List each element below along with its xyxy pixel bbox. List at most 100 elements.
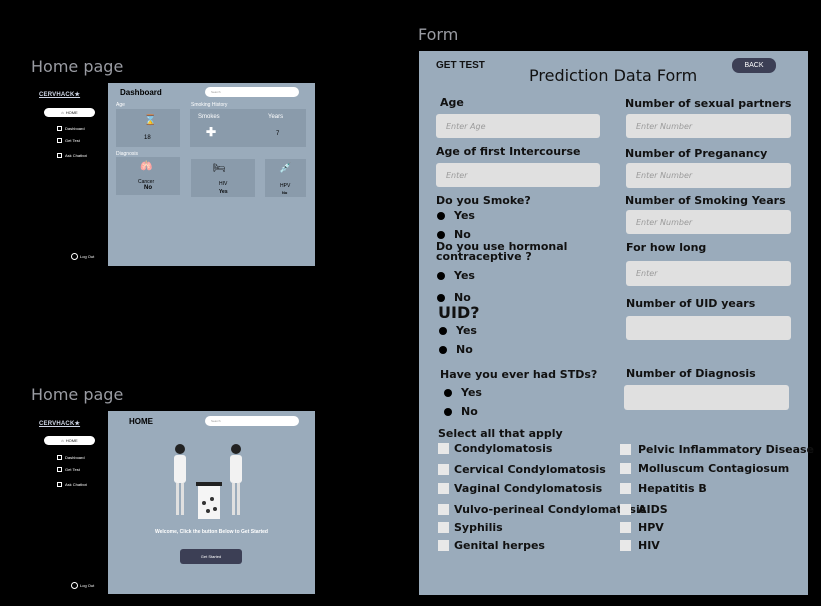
uid-years-input[interactable] [626,316,791,340]
app-logo[interactable]: CERVHACK★ [39,91,80,98]
sidebar-item-label: Dashboard [65,126,85,131]
select-all-label: Select all that apply [438,427,563,440]
std-no-radio[interactable]: No [444,405,478,418]
dashboard-panel: Dashboard Search Age Smoking History ⌛ 1… [108,83,315,266]
age-input[interactable]: Enter Age [436,114,600,138]
checkbox-icon [620,463,631,474]
checkbox-cervical-condylomatosis[interactable]: Cervical Condylomatosis [438,463,606,476]
checkbox-hiv[interactable]: HIV [620,539,660,552]
smoking-years-input[interactable]: Enter Number [626,210,791,234]
years-value: 7 [276,131,280,137]
hpv-label: HPV [280,183,291,189]
checkbox-icon [438,540,449,551]
radio-dot-icon [437,230,445,239]
how-long-input[interactable]: Enter [626,261,791,286]
hpv-card: 💉 HPV No [265,159,306,197]
sidebar-item-label: Dashboard [65,455,85,460]
logout-icon [71,253,78,260]
radio-dot-icon [437,211,445,220]
uid-yes-radio[interactable]: Yes [439,324,477,337]
sidebar-item-ask-chatbot[interactable]: Ask Chatbot [57,153,87,158]
search-input[interactable]: Search [205,87,299,97]
age-label: Age [116,102,125,108]
logout-label: Log Out [80,254,95,259]
dashboard-icon [57,455,62,460]
checkbox-label: Condylomatosis [454,442,553,455]
checkbox-icon [620,540,631,551]
hormonal-question: Do you use hormonal contraceptive ? [436,241,567,263]
uid-no-radio[interactable]: No [439,343,473,356]
checkbox-condylomatosis[interactable]: Condylomatosis [438,442,552,455]
hormonal-yes-radio[interactable]: Yes [437,269,475,282]
sidebar-item-get-test[interactable]: Get Test [57,138,80,143]
form-frame-title: Form [418,25,459,44]
get-test-label: GET TEST [436,60,485,71]
checkbox-icon [438,522,449,533]
partners-input[interactable]: Enter Number [626,114,791,138]
checkbox-icon [438,443,449,454]
form-panel: GET TEST Prediction Data Form BACK Age E… [419,51,814,595]
checkbox-genital-herpes[interactable]: Genital herpes [438,539,545,552]
page-title: Dashboard [120,88,162,97]
std-yes-radio[interactable]: Yes [444,386,482,399]
checkbox-icon [438,483,449,494]
home-icon: ⌂ [61,438,64,443]
logout-button[interactable]: Log Out [71,253,94,260]
dashboard-icon [57,126,62,131]
get-started-button[interactable]: Get Started [180,549,242,564]
smokes-label: Smokes [198,114,220,120]
back-button[interactable]: BACK [732,58,776,73]
diagnosis-count-label: Number of Diagnosis [626,367,756,380]
age-card: ⌛ 18 [116,109,180,147]
checkbox-label: Vaginal Condylomatosis [454,482,603,495]
hiv-card: 🛏 HIV Yes [191,159,255,197]
logout-button[interactable]: Log Out [71,582,94,589]
checkbox-icon [620,522,631,533]
checkbox-aids[interactable]: AIDS [620,503,668,516]
search-input[interactable]: Search [205,416,299,426]
uid-question: UID? [438,303,480,322]
sidebar-item-dashboard[interactable]: Dashboard [57,126,85,131]
pregnancy-label: Number of Preganancy [625,147,768,160]
checkbox-icon [620,504,631,515]
smoke-yes-radio[interactable]: Yes [437,209,475,222]
checkbox-icon [438,504,449,515]
sidebar-item-get-test[interactable]: Get Test [57,467,80,472]
checkbox-molluscum[interactable]: Molluscum Contagiosum [620,462,789,475]
first-intercourse-input[interactable]: Enter [436,163,600,187]
checkbox-vulvo-perineal[interactable]: Vulvo-perineal Condylomatosis [438,503,646,516]
checkbox-vaginal-condylomatosis[interactable]: Vaginal Condylomatosis [438,482,602,495]
first-intercourse-label: Age of first Intercourse [436,145,581,158]
checkbox-pid[interactable]: Pelvic Inflammatory Disease [620,443,814,456]
home-panel: HOME Search Welcome, Click the button Be… [108,411,315,594]
radio-label: No [456,343,473,356]
home-page-frame-title-2: Home page [31,385,124,404]
app-logo[interactable]: CERVHACK★ [39,420,80,427]
smoke-question: Do you Smoke? [436,194,531,207]
hormonal-question-line2: contraceptive ? [436,250,532,263]
home-icon: ⌂ [61,110,64,115]
sidebar-item-dashboard[interactable]: Dashboard [57,455,85,460]
sidebar-home-button[interactable]: ⌂ HOME [44,108,95,117]
sidebar-home-label: HOME [65,110,78,115]
checkbox-label: Pelvic Inflammatory Disease [638,443,815,456]
checkbox-hepatitis-b[interactable]: Hepatitis B [620,482,707,495]
cancer-value: No [144,185,152,191]
diagnosis-count-input[interactable] [624,385,789,410]
partners-label: Number of sexual partners [625,97,792,110]
radio-dot-icon [439,345,447,354]
checkbox-syphilis[interactable]: Syphilis [438,521,503,534]
radio-dot-icon [437,293,445,302]
radio-label: Yes [454,269,475,282]
checkbox-icon [620,444,631,455]
hospital-bed-icon: 🛏 [213,163,226,174]
welcome-text: Welcome, Click the button Below to Get S… [155,529,268,535]
pregnancy-input[interactable]: Enter Number [626,163,791,188]
checkbox-label: Syphilis [454,521,503,534]
checkbox-hpv[interactable]: HPV [620,521,664,534]
page-title: HOME [129,417,153,426]
sidebar-home-button[interactable]: ⌂ HOME [44,436,95,445]
sidebar-item-label: Get Test [65,138,80,143]
logout-icon [71,582,78,589]
sidebar-item-ask-chatbot[interactable]: Ask Chatbot [57,482,87,487]
